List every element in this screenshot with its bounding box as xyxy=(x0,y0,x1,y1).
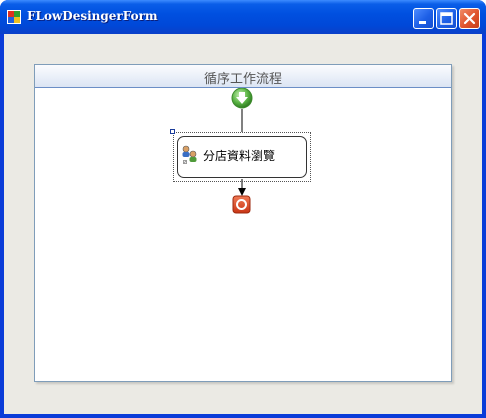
start-icon[interactable] xyxy=(231,88,253,109)
activity-label: 分店資料瀏覽 xyxy=(203,149,276,163)
app-icon xyxy=(7,10,21,24)
people-activity-icon xyxy=(182,145,197,164)
minimize-button[interactable] xyxy=(413,8,434,29)
end-icon[interactable] xyxy=(232,195,251,214)
close-button[interactable] xyxy=(459,8,480,29)
form-client-area: 循序工作流程 分店資料瀏覽 xyxy=(4,34,482,414)
maximize-button[interactable] xyxy=(436,8,457,29)
designer-header: 循序工作流程 xyxy=(35,65,451,88)
selection-handle[interactable] xyxy=(170,129,175,134)
window-title: FLowDesingerForm xyxy=(27,9,158,23)
minimize-icon xyxy=(419,21,426,24)
maximize-icon xyxy=(440,12,453,25)
title-bar[interactable]: FLowDesingerForm xyxy=(0,0,486,34)
workflow-designer[interactable]: 循序工作流程 分店資料瀏覽 xyxy=(34,64,452,382)
designer-title: 循序工作流程 xyxy=(203,72,282,87)
close-icon xyxy=(463,12,476,25)
application-window: FLowDesingerForm 循序工作流程 分店資料瀏覽 xyxy=(0,0,486,418)
